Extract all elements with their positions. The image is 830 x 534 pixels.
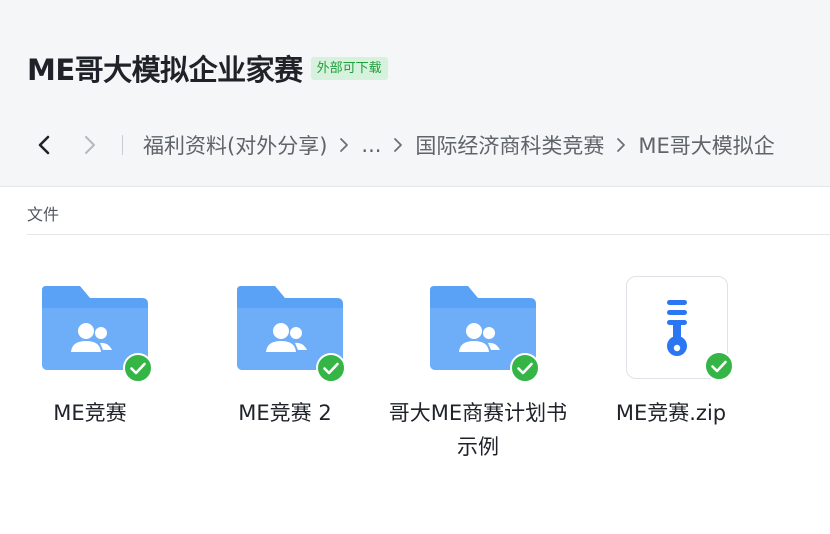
chevron-left-icon xyxy=(38,135,50,155)
file-icon-area xyxy=(581,276,761,386)
file-name: ME竞赛.zip xyxy=(615,401,727,425)
check-circle-icon xyxy=(123,353,153,383)
divider xyxy=(122,135,123,155)
page-title: ME哥大模拟企业家赛 xyxy=(27,53,303,87)
download-badge: 外部可下载 xyxy=(310,56,388,80)
file-name: 哥大ME商赛计划书示例 xyxy=(388,401,568,459)
check-circle-icon xyxy=(510,353,540,383)
title-row: ME哥大模拟企业家赛 外部可下载 xyxy=(27,48,388,88)
section-label-files: 文件 xyxy=(27,205,60,224)
back-button[interactable] xyxy=(30,130,58,160)
file-name: ME竞赛 xyxy=(53,401,127,425)
file-icon-area xyxy=(0,276,180,386)
breadcrumb-ellipsis[interactable]: ... xyxy=(361,133,381,157)
chevron-right-icon xyxy=(339,137,349,153)
breadcrumb: 福利资料(对外分享) ... 国际经济商科类竞赛 ME哥大模拟企 xyxy=(30,128,775,162)
chevron-right-icon xyxy=(393,137,403,153)
section-divider xyxy=(27,234,830,235)
header-area: ME哥大模拟企业家赛 外部可下载 福利资料(对外分享) ... 国际经济商科类竞… xyxy=(0,0,830,187)
chevron-right-icon xyxy=(616,137,626,153)
zip-file-icon xyxy=(667,300,687,356)
check-circle-icon xyxy=(704,351,734,381)
forward-button[interactable] xyxy=(76,130,104,160)
chevron-right-icon xyxy=(85,136,95,154)
breadcrumb-item-current[interactable]: ME哥大模拟企 xyxy=(638,130,774,160)
breadcrumb-item[interactable]: 福利资料(对外分享) xyxy=(143,130,327,160)
check-circle-icon xyxy=(316,353,346,383)
file-name: ME竞赛 2 xyxy=(238,401,332,425)
breadcrumb-item[interactable]: 国际经济商科类竞赛 xyxy=(415,130,604,160)
file-icon-area xyxy=(195,276,375,386)
file-icon-area xyxy=(388,276,568,386)
